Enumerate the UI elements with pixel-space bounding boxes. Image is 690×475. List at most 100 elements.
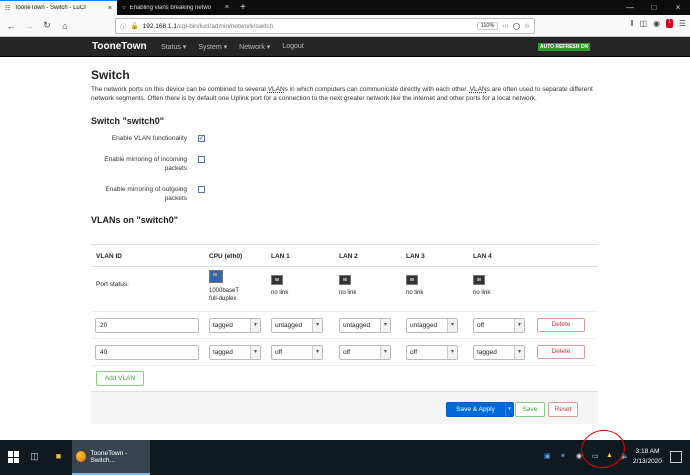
- close-window-icon[interactable]: ×: [666, 0, 690, 15]
- insecure-lock-icon[interactable]: 🔓: [131, 22, 139, 30]
- page-description: The network ports on this device can be …: [91, 86, 593, 102]
- header-vlan-id: VLAN ID: [96, 253, 122, 260]
- toolbar-icons: ‖ ◫ ◉ 1 ☰: [630, 19, 686, 28]
- auto-refresh-badge[interactable]: AUTO REFRESH ON: [538, 43, 591, 51]
- forward-icon[interactable]: →: [22, 19, 36, 33]
- more-icon[interactable]: ⋯: [502, 22, 509, 30]
- close-icon[interactable]: ×: [225, 4, 229, 11]
- vlans-section-title: VLANs on "switch0": [91, 215, 179, 225]
- info-icon[interactable]: ⓘ: [120, 21, 127, 31]
- notification-badge[interactable]: 1: [666, 19, 673, 28]
- save-apply-dropdown-icon[interactable]: ▾: [505, 402, 514, 417]
- tab-forum[interactable]: ○ Enabling vlans breaking netwo ×: [117, 0, 234, 15]
- save-button[interactable]: Save: [515, 402, 545, 417]
- brand[interactable]: TooneTown: [92, 41, 147, 52]
- page-title: Switch: [91, 68, 130, 82]
- switch-section-title: Switch "switch0": [91, 116, 165, 126]
- bookmark-star-icon[interactable]: ☆: [524, 22, 530, 30]
- reset-button[interactable]: Reset: [548, 402, 578, 417]
- bluetooth-icon[interactable]: ✶: [560, 452, 566, 460]
- cpu-membership-select[interactable]: tagged: [209, 345, 261, 360]
- vlan-id-input[interactable]: 40: [95, 345, 199, 360]
- sidebar-icon[interactable]: ◫: [640, 19, 648, 28]
- menu-logout[interactable]: Logout: [282, 43, 303, 51]
- vlan-table: VLAN ID CPU (eth0) LAN 1 LAN 2 LAN 3 LAN…: [91, 244, 598, 366]
- url-path: /cgi-bin/luci/admin/network/switch: [176, 22, 274, 30]
- luci-header: TooneTown Status ▾ System ▾ Network ▾ Lo…: [0, 37, 690, 57]
- vlan-id-input[interactable]: 20: [95, 318, 199, 333]
- page-icon: ○: [122, 4, 126, 11]
- lan4-membership-select[interactable]: off: [473, 318, 525, 333]
- browser-tab-strip: ☷ TooneTown - Switch - LuCI × ○ Enabling…: [0, 0, 690, 15]
- action-center-icon[interactable]: [670, 451, 682, 463]
- new-tab-button[interactable]: +: [234, 0, 252, 15]
- browser-navbar: ← → ↻ ⌂ ⓘ 🔓 192.168.1.1/cgi-bin/luci/adm…: [0, 15, 690, 37]
- vlan-row: 20 tagged untagged untagged untagged off…: [91, 312, 598, 339]
- lan2-membership-select[interactable]: untagged: [339, 318, 391, 333]
- port-status-lan4: no link: [473, 275, 523, 297]
- maximize-icon[interactable]: □: [642, 0, 666, 15]
- zoom-level[interactable]: 110%: [476, 22, 499, 30]
- windows-start-icon[interactable]: [8, 451, 20, 463]
- vlan-row: 40 tagged off off off tagged Delete: [91, 339, 598, 366]
- port-status-lan3: no link: [406, 275, 456, 297]
- option-mirror-outgoing: Enable mirroring of outgoing packets: [91, 185, 598, 203]
- page-icon: ☷: [5, 5, 11, 12]
- window-controls: — □ ×: [618, 0, 690, 15]
- extension-icon[interactable]: ◉: [653, 19, 660, 28]
- delete-button[interactable]: Delete: [537, 318, 585, 332]
- ethernet-port-icon: [473, 275, 485, 285]
- url-bar[interactable]: ⓘ 🔓 192.168.1.1/cgi-bin/luci/admin/netwo…: [115, 18, 535, 34]
- mirror-outgoing-checkbox[interactable]: [198, 186, 205, 193]
- vlan-table-header: VLAN ID CPU (eth0) LAN 1 LAN 2 LAN 3 LAN…: [91, 244, 598, 267]
- port-status-label: Port status:: [96, 281, 129, 288]
- enable-vlan-checkbox[interactable]: ✓: [198, 135, 205, 142]
- option-enable-vlan: Enable VLAN functionality ✓: [91, 134, 598, 143]
- main-menu: Status ▾ System ▾ Network ▾ Logout: [161, 43, 304, 51]
- lan1-membership-select[interactable]: off: [271, 345, 323, 360]
- save-apply-button[interactable]: Save & Apply: [446, 402, 505, 417]
- port-status-cpu: 1000baseT full-duplex: [209, 270, 259, 303]
- delete-button[interactable]: Delete: [537, 345, 585, 359]
- file-explorer-icon[interactable]: ■: [52, 450, 65, 463]
- menu-status[interactable]: Status ▾: [161, 43, 186, 51]
- tray-app-icon[interactable]: ▣: [544, 452, 551, 460]
- cpu-membership-select[interactable]: tagged: [209, 318, 261, 333]
- firefox-icon: [76, 451, 87, 462]
- menu-icon[interactable]: ☰: [679, 19, 686, 28]
- pocket-icon[interactable]: ◯: [513, 22, 520, 30]
- lan1-membership-select[interactable]: untagged: [271, 318, 323, 333]
- add-vlan-button[interactable]: Add VLAN: [96, 371, 144, 386]
- option-mirror-incoming: Enable mirroring of incoming packets: [91, 155, 598, 173]
- back-icon[interactable]: ←: [4, 19, 18, 33]
- lan4-membership-select[interactable]: tagged: [473, 345, 525, 360]
- menu-system[interactable]: System ▾: [198, 43, 227, 51]
- tab-luci-switch[interactable]: ☷ TooneTown - Switch - LuCI ×: [0, 0, 117, 15]
- ethernet-port-icon: [271, 275, 283, 285]
- close-icon[interactable]: ×: [108, 5, 112, 12]
- ethernet-port-icon: [406, 275, 418, 285]
- tab-label: TooneTown - Switch - LuCI: [14, 5, 86, 11]
- lan2-membership-select[interactable]: off: [339, 345, 391, 360]
- ethernet-port-icon: [209, 270, 223, 283]
- menu-network[interactable]: Network ▾: [239, 43, 270, 51]
- home-icon[interactable]: ⌂: [58, 19, 72, 33]
- tab-label: Enabling vlans breaking netwo: [129, 4, 212, 11]
- ethernet-port-icon: [339, 275, 351, 285]
- system-clock[interactable]: 3:18 AM 2/13/2020: [633, 447, 662, 467]
- option-label: Enable VLAN functionality: [111, 135, 187, 142]
- port-status-lan2: no link: [339, 275, 389, 297]
- header-lan4: LAN 4: [473, 253, 492, 260]
- lan3-membership-select[interactable]: untagged: [406, 318, 458, 333]
- mirror-incoming-checkbox[interactable]: [198, 156, 205, 163]
- taskbar-app-label: TooneTown - Switch...: [90, 449, 128, 464]
- option-label: Enable mirroring of outgoing packets: [105, 186, 187, 202]
- reload-icon[interactable]: ↻: [40, 19, 54, 33]
- header-lan2: LAN 2: [339, 253, 358, 260]
- library-icon[interactable]: ‖: [630, 19, 633, 28]
- taskbar-firefox-app[interactable]: TooneTown - Switch...: [72, 440, 150, 475]
- lan3-membership-select[interactable]: off: [406, 345, 458, 360]
- minimize-icon[interactable]: —: [618, 0, 642, 15]
- action-bar: Save & Apply ▾ Save Reset: [91, 391, 598, 424]
- task-view-icon[interactable]: ◫: [28, 450, 41, 463]
